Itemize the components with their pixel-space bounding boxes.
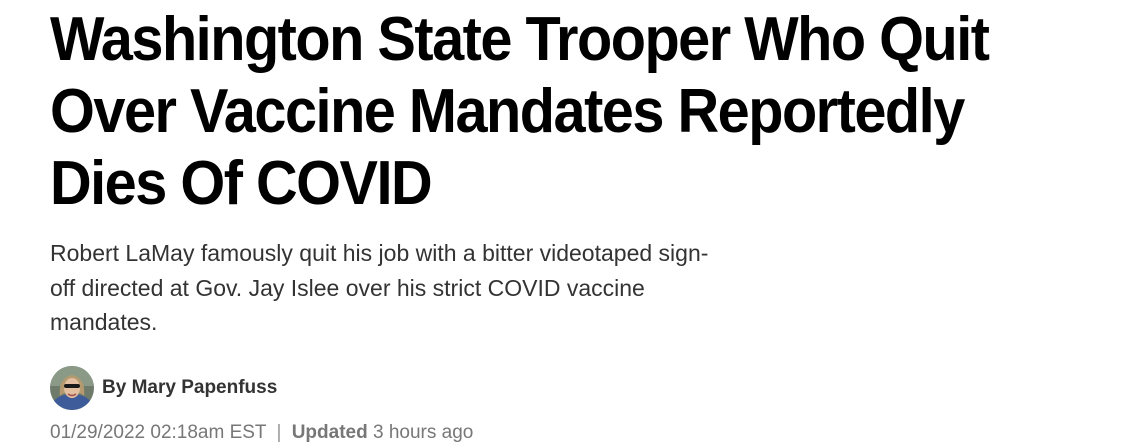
author-name: By Mary Papenfuss (102, 377, 277, 399)
updated-label: Updated (291, 421, 368, 443)
subhead-line: mandates. (50, 309, 158, 335)
published-timestamp: 01/29/2022 02:18am EST (50, 421, 267, 443)
article-header: Washington State Trooper Who Quit Over V… (0, 0, 1139, 443)
timestamps: 01/29/2022 02:18am EST | Updated 3 hours… (50, 422, 1139, 443)
headline-line: Washington State Trooper Who Quit (50, 5, 990, 74)
subhead-line: Robert LaMay famously quit his job with … (50, 240, 709, 266)
headline: Washington State Trooper Who Quit Over V… (50, 4, 1054, 220)
byline: By Mary Papenfuss (50, 365, 1139, 410)
byline-prefix: By (102, 376, 127, 398)
subhead-line: off directed at Gov. Jay Islee over his … (50, 274, 645, 301)
author-link[interactable]: Mary Papenfuss (132, 377, 278, 398)
headline-line: Dies Of COVID (50, 149, 433, 218)
subheadline: Robert LaMay famously quit his job with … (50, 236, 850, 340)
author-photo-icon[interactable] (50, 365, 94, 410)
updated-timestamp: 3 hours ago (372, 421, 474, 443)
headline-line: Over Vaccine Mandates Reportedly (50, 77, 965, 146)
timestamp-separator: | (276, 421, 282, 443)
